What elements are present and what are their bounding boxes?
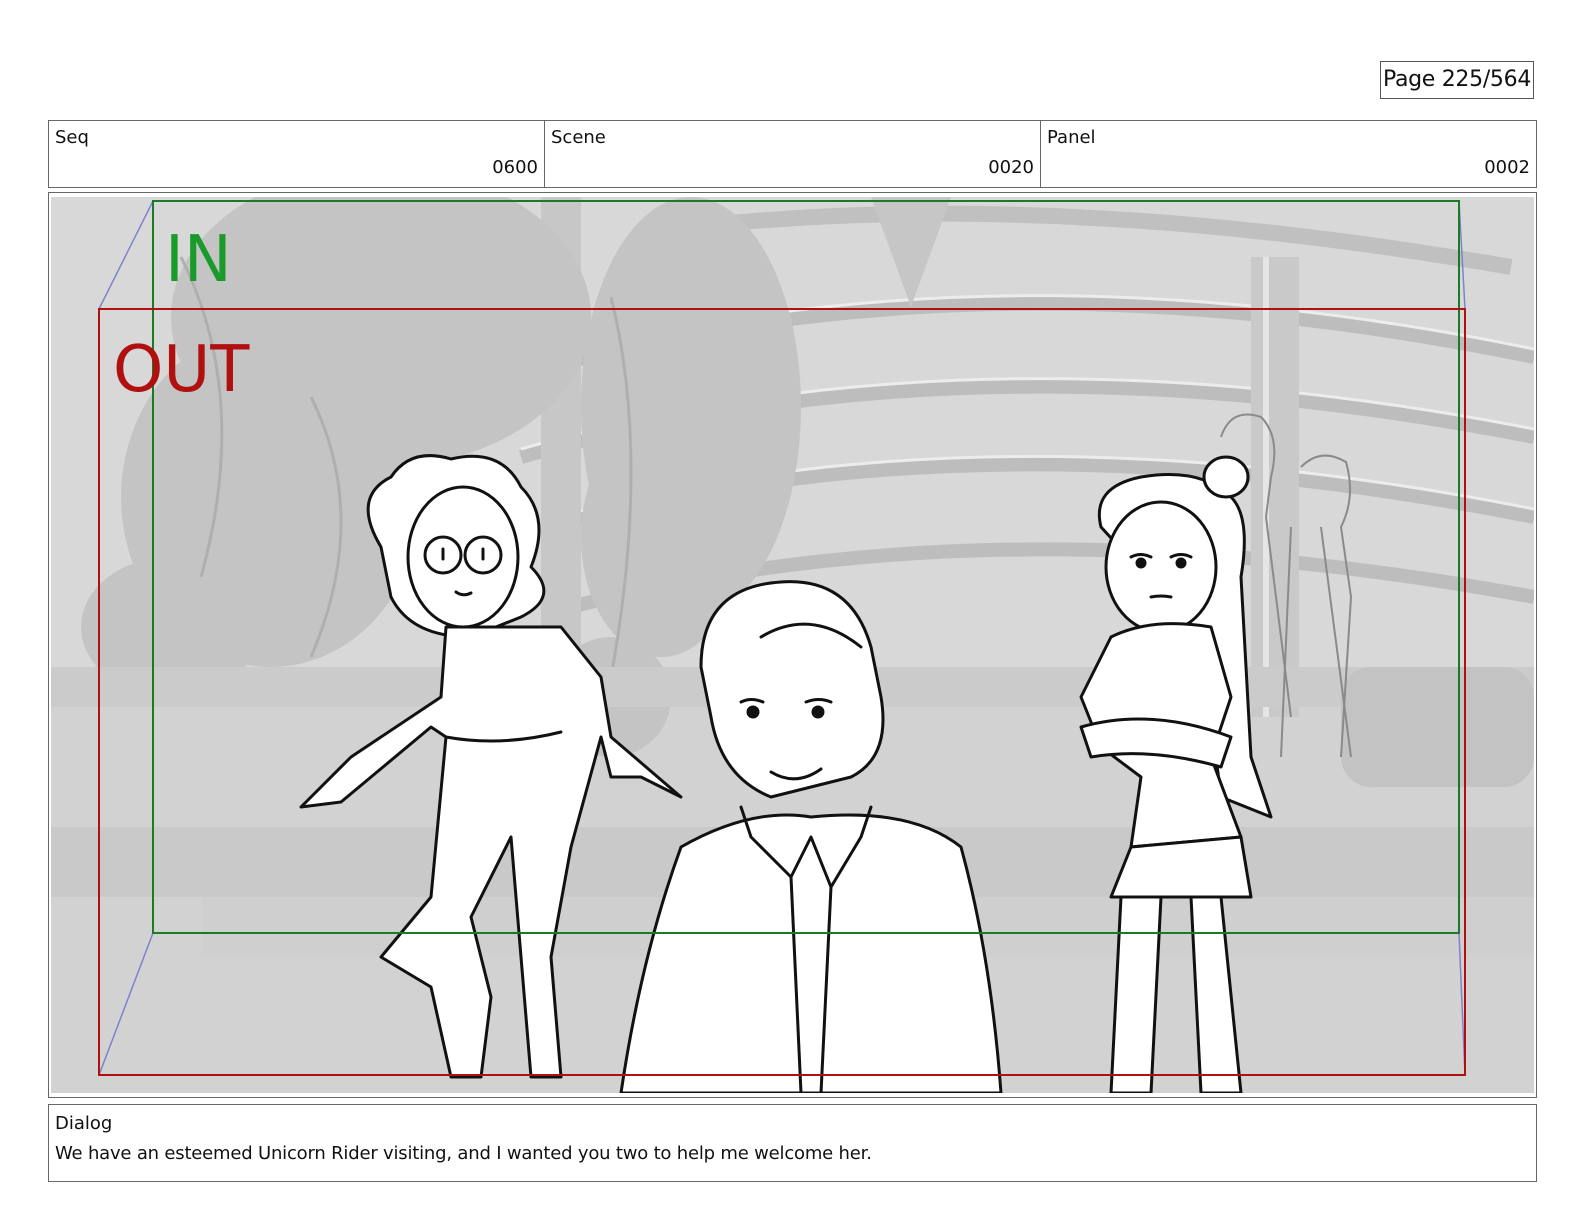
seq-label: Seq	[55, 127, 89, 148]
storyboard-drawing: IN OUT	[51, 197, 1534, 1093]
dialog-label: Dialog	[55, 1113, 113, 1134]
shot-info-table: Seq 0600 Scene 0020 Panel 0002	[48, 120, 1537, 188]
dialog-box: Dialog We have an esteemed Unicorn Rider…	[48, 1104, 1537, 1182]
seq-cell: Seq 0600	[49, 121, 545, 187]
scene-value: 0020	[988, 157, 1034, 178]
dialog-text: We have an esteemed Unicorn Rider visiti…	[55, 1143, 872, 1164]
scene-label: Scene	[551, 127, 606, 148]
scene-cell: Scene 0020	[545, 121, 1041, 187]
page-number: Page 225/564	[1380, 61, 1534, 99]
out-label: OUT	[113, 333, 250, 407]
panel-label: Panel	[1047, 127, 1096, 148]
panel-value: 0002	[1484, 157, 1530, 178]
in-label: IN	[165, 223, 232, 297]
panel-cell: Panel 0002	[1041, 121, 1536, 187]
seq-value: 0600	[492, 157, 538, 178]
